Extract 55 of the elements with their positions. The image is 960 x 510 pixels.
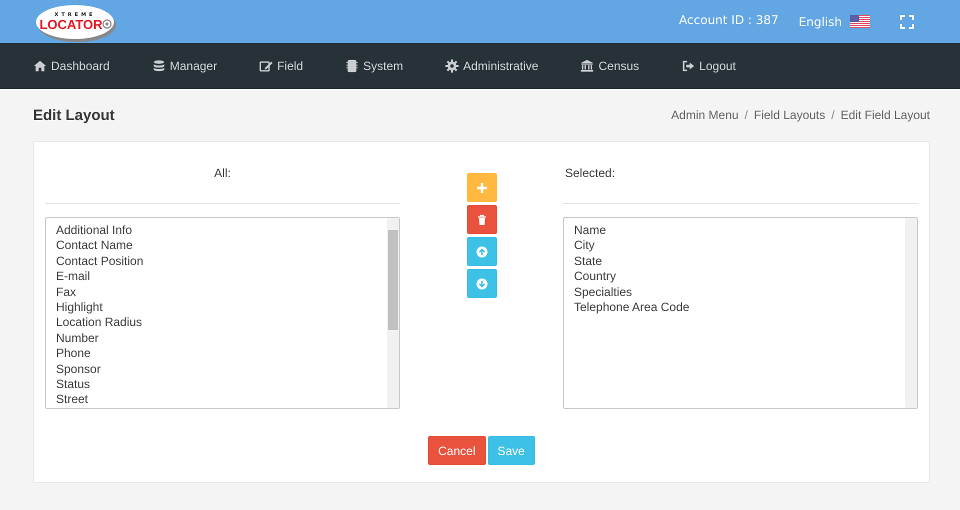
- nav-item[interactable]: Census: [580, 59, 640, 73]
- list-option[interactable]: Contact Name: [56, 238, 133, 254]
- list-option[interactable]: City: [574, 238, 595, 254]
- list-option[interactable]: Sponsor: [56, 362, 101, 378]
- move-down-button[interactable]: [466, 269, 496, 298]
- list-label: All:: [214, 166, 231, 180]
- breadcrumb-link[interactable]: Edit Field Layout: [840, 108, 930, 122]
- move-up-button[interactable]: [466, 237, 496, 266]
- list-option[interactable]: Street: [56, 392, 88, 408]
- list-label: Selected:: [565, 166, 616, 180]
- home-icon: [33, 59, 47, 73]
- list-option[interactable]: E-mail: [56, 269, 90, 285]
- breadcrumb-separator: /: [744, 108, 748, 122]
- bank-icon: [580, 59, 594, 73]
- list-option[interactable]: Location Radius: [56, 315, 142, 331]
- gear-icon: [445, 59, 460, 73]
- crosshair-icon: [102, 18, 112, 28]
- nav-item[interactable]: Manager: [152, 59, 218, 73]
- list-option[interactable]: Additional Info: [56, 223, 132, 238]
- edit-icon: [259, 59, 274, 73]
- selected-fields-list[interactable]: Name City State Country Specialties Telephone Area Code: [563, 217, 918, 409]
- list-option[interactable]: Highlight: [56, 300, 103, 316]
- list-option[interactable]: State: [574, 254, 602, 270]
- down-arrow-icon: [476, 278, 488, 290]
- up-arrow-icon: [476, 246, 488, 258]
- list-option[interactable]: Telephone Area Code: [574, 300, 690, 316]
- nav-item[interactable]: Field: [259, 59, 304, 73]
- nav-item[interactable]: Dashboard: [33, 59, 110, 73]
- list-option[interactable]: Number: [56, 330, 99, 346]
- delete-button[interactable]: [466, 205, 496, 234]
- cancel-button[interactable]: Cancel: [428, 436, 486, 465]
- list-option[interactable]: Country: [574, 269, 616, 285]
- fullscreen-button[interactable]: [900, 14, 914, 28]
- add-button[interactable]: [466, 173, 496, 202]
- account-id: Account ID : 387: [679, 12, 779, 26]
- breadcrumb-separator: /: [831, 108, 835, 122]
- database-icon: [152, 59, 166, 73]
- breadcrumb-link[interactable]: Field Layouts: [754, 108, 826, 122]
- plus-icon: [476, 182, 488, 194]
- trash-icon: [476, 214, 488, 226]
- page-title: Edit Layout: [33, 106, 115, 124]
- list-option[interactable]: Contact Position: [56, 254, 144, 270]
- us-flag-icon: [850, 15, 870, 28]
- all-fields-list[interactable]: Additional Info Contact Name Contact Position E-mail Fax Highlight Location Radius Number Phone Sponsor Status Street: [45, 217, 400, 409]
- breadcrumb-link[interactable]: Admin Menu: [671, 108, 739, 122]
- list-option[interactable]: Phone: [56, 346, 91, 362]
- chip-icon: [345, 59, 360, 73]
- nav-item[interactable]: Logout: [681, 59, 736, 73]
- logout-icon: [681, 59, 696, 73]
- list-option[interactable]: Specialties: [574, 284, 632, 300]
- list-option[interactable]: Status: [56, 377, 90, 392]
- list-option[interactable]: Name: [574, 223, 606, 238]
- list-option[interactable]: Fax: [56, 284, 76, 300]
- nav-item[interactable]: Administrative: [445, 59, 538, 73]
- nav-item[interactable]: System: [345, 59, 404, 73]
